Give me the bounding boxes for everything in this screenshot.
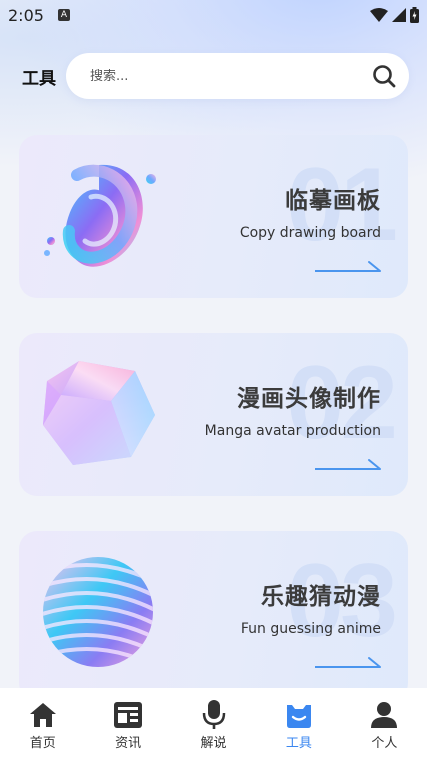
striped-sphere-art: [43, 557, 153, 667]
battery-icon: [410, 7, 419, 23]
header: 工具: [0, 52, 427, 100]
tool-card-manga-avatar[interactable]: 02 漫画头像制作 Manga avatar production: [19, 333, 408, 496]
bottom-tab-bar: 首页 资讯 解说 工具 个人: [0, 688, 427, 760]
arrow-right-icon[interactable]: [315, 258, 383, 278]
tab-label: 首页: [29, 736, 56, 751]
toolbox-icon: [284, 700, 314, 730]
swirl-blob-art: [44, 164, 156, 267]
crystal-cube-art: [43, 361, 155, 465]
person-icon: [369, 700, 399, 730]
status-time: 2:05: [8, 5, 44, 25]
arrow-right-icon[interactable]: [315, 456, 383, 476]
tab-news[interactable]: 资讯: [85, 688, 170, 760]
tool-card-copy-drawing-board[interactable]: 01 临摹画板 Copy drawing board: [19, 135, 408, 298]
tab-tools[interactable]: 工具: [256, 688, 341, 760]
signal-icon: [392, 8, 406, 22]
status-icons: [370, 7, 419, 23]
card-subtitle: Manga avatar production: [204, 423, 381, 439]
tab-home[interactable]: 首页: [0, 688, 85, 760]
page-title: 工具: [22, 68, 56, 89]
wifi-icon: [370, 8, 388, 22]
tab-label: 解说: [200, 736, 227, 751]
tab-label: 个人: [371, 736, 398, 751]
card-title: 临摹画板: [285, 188, 381, 214]
notification-icon: A: [57, 9, 70, 21]
card-subtitle: Fun guessing anime: [240, 621, 381, 637]
tab-profile[interactable]: 个人: [342, 688, 427, 760]
tool-card-fun-guessing-anime[interactable]: 03 乐趣猜动漫 Fun guessing anime: [19, 531, 408, 701]
search-icon[interactable]: [371, 63, 397, 89]
tab-label: 工具: [285, 736, 312, 751]
home-icon: [28, 700, 58, 730]
search-input[interactable]: [90, 68, 371, 84]
card-title: 乐趣猜动漫: [261, 584, 381, 610]
card-title: 漫画头像制作: [237, 386, 381, 412]
news-icon: [113, 700, 143, 730]
arrow-right-icon[interactable]: [315, 654, 383, 674]
microphone-icon: [199, 700, 229, 730]
tab-commentary[interactable]: 解说: [171, 688, 256, 760]
card-subtitle: Copy drawing board: [239, 225, 381, 241]
tab-label: 资讯: [115, 736, 142, 751]
search-bar[interactable]: [66, 53, 409, 99]
status-bar: 2:05 A: [0, 0, 427, 30]
